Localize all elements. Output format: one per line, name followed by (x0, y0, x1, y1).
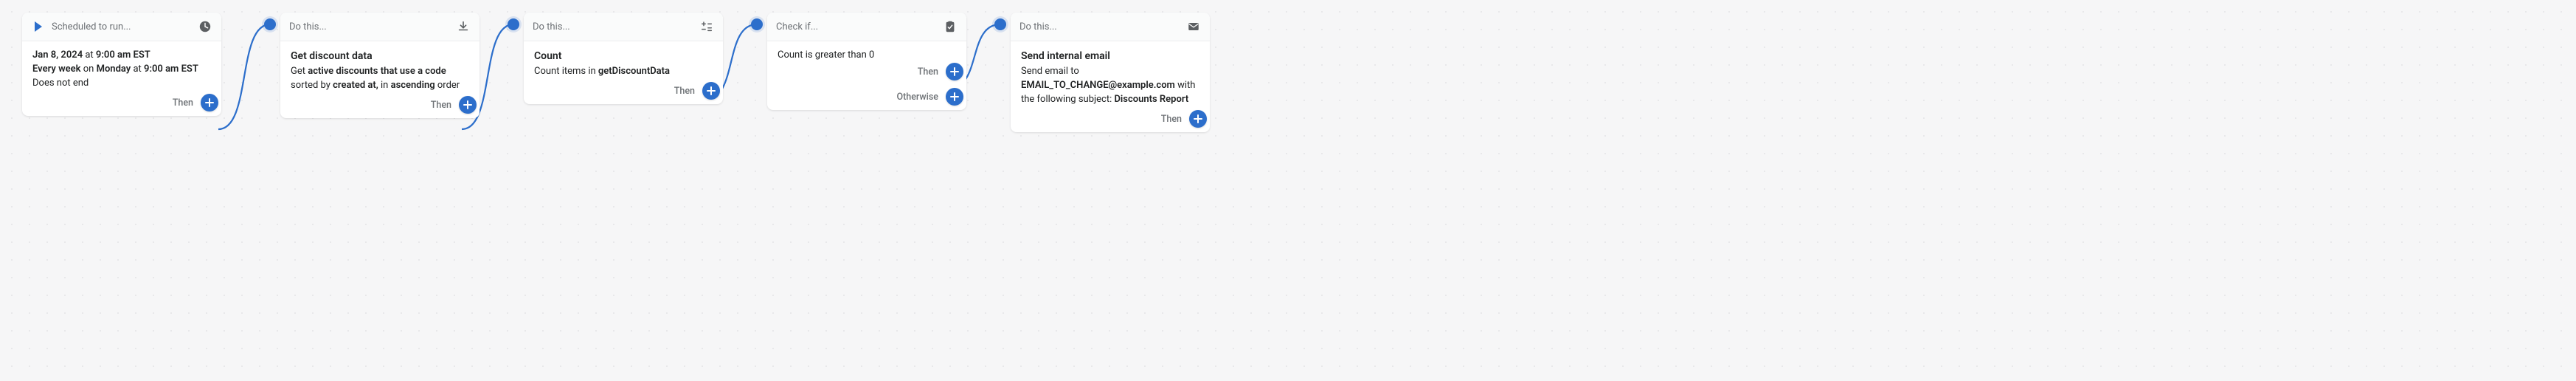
header-label: Do this... (533, 21, 570, 32)
node-header: Do this... (524, 13, 723, 41)
node-title: Count (534, 49, 713, 64)
entry-dot (508, 18, 519, 30)
then-label: Then (1161, 114, 1182, 125)
header-label: Do this... (289, 21, 327, 32)
node-trigger[interactable]: Scheduled to run... Jan 8, 2024 at 9:00 … (22, 13, 221, 116)
entry-dot (994, 18, 1006, 30)
header-label: Do this... (1019, 21, 1057, 32)
header-label: Check if... (776, 21, 818, 32)
node-title: Send internal email (1021, 49, 1199, 64)
add-step-button[interactable] (201, 94, 218, 111)
clock-icon (198, 19, 212, 34)
otherwise-label: Otherwise (896, 92, 938, 103)
download-icon (456, 19, 471, 34)
node-send-email[interactable]: Do this... Send internal email Send emai… (1011, 13, 1210, 132)
add-step-button[interactable] (459, 96, 477, 114)
node-header: Check if... (767, 13, 966, 41)
then-label: Then (674, 86, 695, 97)
node-header: Do this... (280, 13, 479, 41)
then-label: Then (918, 66, 938, 78)
node-header: Scheduled to run... (22, 13, 221, 41)
play-icon (31, 19, 46, 34)
add-otherwise-step-button[interactable] (946, 88, 963, 106)
header-label: Scheduled to run... (52, 21, 131, 32)
node-check[interactable]: Check if... Count is greater than 0 Then… (767, 13, 966, 110)
node-count[interactable]: Do this... Count Count items in getDisco… (524, 13, 723, 104)
node-title: Get discount data (291, 49, 469, 64)
then-label: Then (173, 97, 193, 109)
then-label: Then (431, 100, 451, 111)
entry-dot (264, 18, 276, 30)
checklist-icon (943, 19, 958, 34)
node-get-discount-data[interactable]: Do this... Get discount data Get active … (280, 13, 479, 118)
add-then-step-button[interactable] (946, 63, 963, 80)
entry-dot (751, 18, 763, 30)
node-header: Do this... (1011, 13, 1210, 41)
add-step-button[interactable] (702, 82, 720, 100)
calculate-icon (699, 19, 714, 34)
add-step-button[interactable] (1189, 110, 1207, 128)
mail-icon (1186, 19, 1201, 34)
